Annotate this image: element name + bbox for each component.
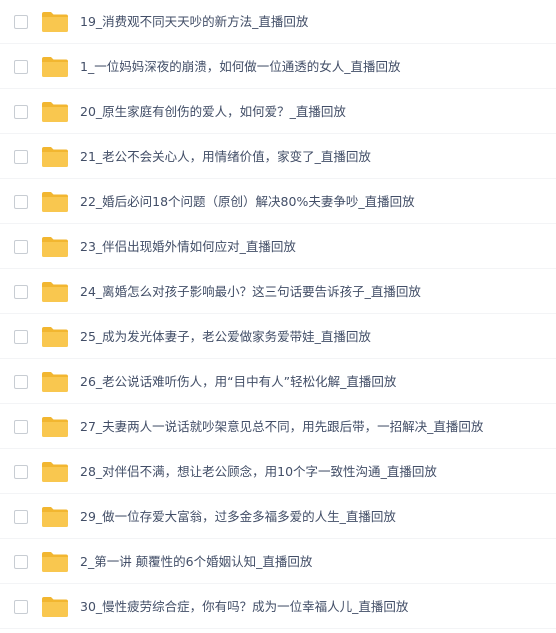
file-row[interactable]: 24_离婚怎么对孩子影响最小？这三句话要告诉孩子_直播回放: [0, 270, 556, 314]
file-row[interactable]: 28_对伴侣不满，想让老公顾念，用10个字一致性沟通_直播回放: [0, 450, 556, 494]
folder-icon: [41, 371, 69, 393]
folder-icon: [41, 506, 69, 528]
file-name[interactable]: 2_第一讲 颠覆性的6个婚姻认知_直播回放: [80, 540, 312, 584]
row-checkbox[interactable]: [14, 104, 28, 119]
folder-icon: [41, 416, 69, 438]
row-checkbox[interactable]: [14, 419, 28, 434]
file-name[interactable]: 27_夫妻两人一说话就吵架意见总不同，用先跟后带，一招解决_直播回放: [80, 405, 483, 449]
row-checkbox[interactable]: [14, 14, 28, 29]
folder-icon: [41, 281, 69, 303]
file-name[interactable]: 20_原生家庭有创伤的爱人，如何爱？_直播回放: [80, 90, 346, 134]
row-checkbox[interactable]: [14, 59, 28, 74]
row-checkbox[interactable]: [14, 464, 28, 479]
folder-icon: [41, 56, 69, 78]
row-checkbox[interactable]: [14, 284, 28, 299]
row-checkbox[interactable]: [14, 599, 28, 614]
file-row[interactable]: 26_老公说话难听伤人，用“目中有人”轻松化解_直播回放: [0, 360, 556, 404]
file-name[interactable]: 28_对伴侣不满，想让老公顾念，用10个字一致性沟通_直播回放: [80, 450, 437, 494]
file-name[interactable]: 24_离婚怎么对孩子影响最小？这三句话要告诉孩子_直播回放: [80, 270, 421, 314]
file-name[interactable]: 23_伴侣出现婚外情如何应对_直播回放: [80, 225, 296, 269]
row-checkbox[interactable]: [14, 554, 28, 569]
file-name[interactable]: 26_老公说话难听伤人，用“目中有人”轻松化解_直播回放: [80, 360, 396, 404]
file-row[interactable]: 23_伴侣出现婚外情如何应对_直播回放: [0, 225, 556, 269]
row-checkbox[interactable]: [14, 329, 28, 344]
file-name[interactable]: 29_做一位存爱大富翁，过多金多福多爱的人生_直播回放: [80, 495, 396, 539]
file-row[interactable]: 25_成为发光体妻子，老公爱做家务爱带娃_直播回放: [0, 315, 556, 359]
file-row[interactable]: 27_夫妻两人一说话就吵架意见总不同，用先跟后带，一招解决_直播回放: [0, 405, 556, 449]
folder-icon: [41, 236, 69, 258]
row-checkbox[interactable]: [14, 149, 28, 164]
file-row[interactable]: 21_老公不会关心人，用情绪价值，家变了_直播回放: [0, 135, 556, 179]
file-row[interactable]: 20_原生家庭有创伤的爱人，如何爱？_直播回放: [0, 90, 556, 134]
file-row[interactable]: 30_慢性疲劳综合症，你有吗？成为一位幸福人儿_直播回放: [0, 585, 556, 629]
file-name[interactable]: 25_成为发光体妻子，老公爱做家务爱带娃_直播回放: [80, 315, 371, 359]
file-name[interactable]: 22_婚后必问18个问题（原创）解决80%夫妻争吵_直播回放: [80, 180, 415, 224]
file-name[interactable]: 21_老公不会关心人，用情绪价值，家变了_直播回放: [80, 135, 371, 179]
folder-icon: [41, 191, 69, 213]
row-checkbox[interactable]: [14, 509, 28, 524]
file-row[interactable]: 2_第一讲 颠覆性的6个婚姻认知_直播回放: [0, 540, 556, 584]
file-row[interactable]: 19_消费观不同天天吵的新方法_直播回放: [0, 0, 556, 44]
folder-icon: [41, 101, 69, 123]
file-name[interactable]: 19_消费观不同天天吵的新方法_直播回放: [80, 0, 308, 44]
folder-icon: [41, 461, 69, 483]
folder-icon: [41, 326, 69, 348]
file-row[interactable]: 29_做一位存爱大富翁，过多金多福多爱的人生_直播回放: [0, 495, 556, 539]
folder-icon: [41, 11, 69, 33]
row-checkbox[interactable]: [14, 194, 28, 209]
folder-icon: [41, 551, 69, 573]
folder-icon: [41, 596, 69, 618]
file-name[interactable]: 30_慢性疲劳综合症，你有吗？成为一位幸福人儿_直播回放: [80, 585, 408, 629]
row-checkbox[interactable]: [14, 239, 28, 254]
file-name[interactable]: 1_一位妈妈深夜的崩溃，如何做一位通透的女人_直播回放: [80, 45, 400, 89]
file-row[interactable]: 22_婚后必问18个问题（原创）解决80%夫妻争吵_直播回放: [0, 180, 556, 224]
file-list: 19_消费观不同天天吵的新方法_直播回放 1_一位妈妈深夜的崩溃，如何做一位通透的…: [0, 0, 556, 633]
folder-icon: [41, 146, 69, 168]
file-row[interactable]: 1_一位妈妈深夜的崩溃，如何做一位通透的女人_直播回放: [0, 45, 556, 89]
row-checkbox[interactable]: [14, 374, 28, 389]
